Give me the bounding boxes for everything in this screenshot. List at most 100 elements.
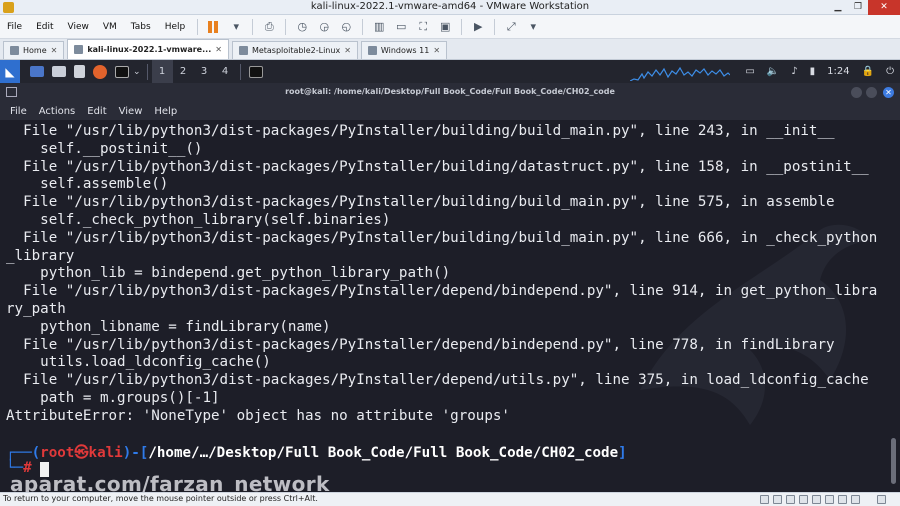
kali-menu-icon[interactable]: ◣	[0, 60, 20, 83]
file-manager-icon[interactable]	[52, 66, 66, 77]
output-line: File "/usr/lib/python3/dist-packages/PyI…	[6, 372, 869, 389]
kali-dragon-watermark-icon	[640, 224, 870, 425]
close-icon[interactable]: ✕	[868, 0, 900, 15]
workspace-4[interactable]: 4	[215, 60, 236, 83]
output-line: python_libname = findLibrary(name)	[6, 318, 331, 335]
home-icon	[10, 46, 19, 55]
full-screen-icon[interactable]: ⛶	[414, 19, 432, 35]
terminal-scrollbar[interactable]	[891, 438, 896, 484]
window-titlebar: kali-linux-2022.1-vmware-amd64 - VMware …	[0, 0, 900, 15]
vm-icon	[367, 46, 377, 55]
status-message: To return to your computer, move the mou…	[3, 494, 318, 503]
unity-icon[interactable]: ▣	[436, 19, 454, 35]
pause-dropdown-icon[interactable]: ▾	[227, 19, 245, 35]
show-desktop-icon[interactable]	[30, 66, 44, 77]
menu-edit[interactable]: Edit	[29, 22, 60, 32]
notification-icon[interactable]: ♪	[791, 66, 797, 77]
tab-close-icon[interactable]: ✕	[51, 46, 58, 55]
sound-card-icon[interactable]	[812, 495, 821, 504]
output-line: path = m.groups()[-1]	[6, 390, 220, 406]
display-icon[interactable]: ▭	[745, 66, 754, 77]
vmware-menubar: File Edit View VM Tabs Help ▾ ⎙ ◷ ◶ ◵ ▥ …	[0, 15, 900, 39]
window-controls: ▁ ❐ ✕	[828, 0, 900, 15]
menu-file[interactable]: File	[0, 22, 29, 32]
text-editor-icon[interactable]	[74, 65, 85, 78]
tab-label: Metasploitable2-Linux	[251, 46, 341, 55]
output-line: _library	[6, 247, 75, 264]
tab-label: Home	[23, 46, 47, 55]
terminal-icon[interactable]	[115, 65, 129, 78]
library-view-icon[interactable]: ▥	[370, 19, 388, 35]
tab-label: Windows 11	[380, 46, 430, 55]
usb-device-icon[interactable]	[799, 495, 808, 504]
clock[interactable]: 1:24	[827, 66, 849, 77]
output-line: File "/usr/lib/python3/dist-packages/PyI…	[6, 123, 835, 139]
tab-kali-linux[interactable]: kali-linux-2022.1-vmware... ✕	[67, 39, 229, 59]
output-line: File "/usr/lib/python3/dist-packages/PyI…	[6, 283, 878, 300]
taskbar-terminal-icon[interactable]	[248, 65, 263, 78]
pause-button[interactable]	[205, 19, 223, 35]
firefox-icon[interactable]	[93, 64, 107, 79]
system-tray: ▭ 🔈 ♪ ▮ 1:24 🔒 ⏻	[739, 60, 900, 83]
snapshot-icon[interactable]: ◷	[293, 19, 311, 35]
console-view-icon[interactable]: ▶	[469, 19, 487, 35]
power-icon[interactable]: ⏻	[886, 66, 894, 77]
terminal-maximize-icon[interactable]	[866, 87, 877, 98]
output-line: File "/usr/lib/python3/dist-packages/PyI…	[6, 158, 869, 175]
message-log-icon[interactable]	[851, 495, 860, 504]
prompt-user: root㉿kali	[40, 445, 123, 461]
display-device-icon[interactable]	[838, 495, 847, 504]
terminal-menu-edit[interactable]: Edit	[81, 106, 112, 117]
terminal-menu-help[interactable]: Help	[148, 106, 183, 117]
terminal-menu-actions[interactable]: Actions	[33, 106, 82, 117]
tab-label: kali-linux-2022.1-vmware...	[87, 45, 212, 54]
menu-view[interactable]: View	[61, 22, 96, 32]
cpu-graph	[630, 66, 730, 81]
restore-icon[interactable]: ❐	[848, 0, 868, 15]
terminal-output[interactable]: File "/usr/lib/python3/dist-packages/PyI…	[0, 120, 900, 492]
tab-close-icon[interactable]: ✕	[215, 45, 222, 54]
vmware-statusbar: To return to your computer, move the mou…	[0, 492, 900, 506]
launcher-dropdown-icon[interactable]: ⌄	[133, 67, 141, 77]
cd-dvd-icon[interactable]	[773, 495, 782, 504]
stretch-guest-icon[interactable]: ⤢	[502, 19, 520, 35]
toolbar-separator	[197, 18, 199, 35]
terminal-menu-view[interactable]: View	[113, 106, 149, 117]
thumbnail-view-icon[interactable]: ▭	[392, 19, 410, 35]
terminal-minimize-icon[interactable]	[851, 87, 862, 98]
printer-icon[interactable]	[825, 495, 834, 504]
lock-icon[interactable]: 🔒	[862, 66, 874, 77]
terminal-titlebar: root@kali: /home/kali/Desktop/Full Book_…	[0, 83, 900, 102]
window-title: kali-linux-2022.1-vmware-amd64 - VMware …	[310, 1, 590, 12]
workspace-3[interactable]: 3	[194, 60, 215, 83]
battery-icon[interactable]: ▮	[810, 66, 816, 77]
network-adapter-icon[interactable]	[786, 495, 795, 504]
output-line: File "/usr/lib/python3/dist-packages/PyI…	[6, 336, 835, 353]
workspace-2[interactable]: 2	[173, 60, 194, 83]
output-line: self.__postinit__()	[6, 140, 203, 157]
menu-help[interactable]: Help	[158, 22, 193, 32]
stretch-dropdown-icon[interactable]: ▾	[524, 19, 542, 35]
revert-snapshot-icon[interactable]: ◶	[315, 19, 333, 35]
workspace-1[interactable]: 1	[151, 60, 173, 83]
minimize-icon[interactable]: ▁	[828, 0, 848, 15]
stretch-view-icon[interactable]	[877, 495, 886, 504]
vmware-window: kali-linux-2022.1-vmware-amd64 - VMware …	[0, 0, 900, 506]
output-line: utils.load_ldconfig_cache()	[6, 354, 271, 371]
tab-windows-11[interactable]: Windows 11 ✕	[360, 41, 448, 59]
tab-home[interactable]: Home ✕	[3, 41, 65, 59]
tab-metasploitable[interactable]: Metasploitable2-Linux ✕	[231, 41, 358, 59]
terminal-close-icon[interactable]: ✕	[883, 87, 894, 98]
tab-close-icon[interactable]: ✕	[433, 46, 440, 55]
hard-disk-icon[interactable]	[760, 495, 769, 504]
output-line: self.assemble()	[6, 176, 169, 193]
menu-vm[interactable]: VM	[96, 22, 124, 32]
tab-close-icon[interactable]: ✕	[344, 46, 351, 55]
volume-icon[interactable]: 🔈	[767, 66, 779, 77]
vm-icon	[238, 46, 248, 55]
output-line: self._check_python_library(self.binaries…	[6, 212, 391, 228]
snapshot-manager-icon[interactable]: ◵	[337, 19, 355, 35]
send-ctrl-alt-del-icon[interactable]: ⎙	[260, 19, 278, 35]
terminal-menu-file[interactable]: File	[4, 106, 33, 117]
menu-tabs[interactable]: Tabs	[124, 22, 158, 32]
